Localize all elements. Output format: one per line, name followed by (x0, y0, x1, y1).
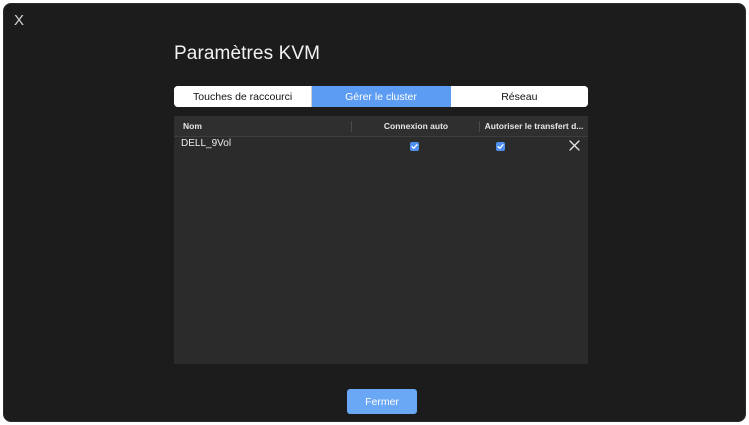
tab-bar: Touches de raccourci Gérer le cluster Ré… (174, 86, 588, 107)
checkmark-icon (497, 144, 504, 149)
column-header-nom[interactable]: Nom (183, 116, 202, 136)
tab-touches-de-raccourci[interactable]: Touches de raccourci (174, 86, 313, 107)
kvm-settings-window: X Paramètres KVM Touches de raccourci Gé… (3, 3, 746, 422)
device-name: DELL_9Vol (181, 138, 232, 149)
page-title: Paramètres KVM (174, 43, 321, 64)
tab-reseau[interactable]: Réseau (450, 86, 588, 107)
column-header-autoriser-transfert[interactable]: Autoriser le transfert d... (480, 116, 588, 136)
column-header-connexion-auto[interactable]: Connexion auto (352, 116, 480, 136)
connexion-auto-checkbox[interactable] (410, 142, 419, 151)
close-icon[interactable]: X (12, 13, 26, 29)
remove-icon[interactable] (567, 138, 581, 152)
fermer-button[interactable]: Fermer (347, 389, 417, 414)
checkmark-icon (411, 144, 418, 149)
cluster-table: Nom Connexion auto Autoriser le transfer… (174, 116, 588, 364)
table-header: Nom Connexion auto Autoriser le transfer… (174, 116, 588, 137)
table-row[interactable]: DELL_9Vol (174, 137, 588, 155)
autoriser-transfert-checkbox[interactable] (496, 142, 505, 151)
tab-gerer-le-cluster[interactable]: Gérer le cluster (312, 86, 451, 107)
